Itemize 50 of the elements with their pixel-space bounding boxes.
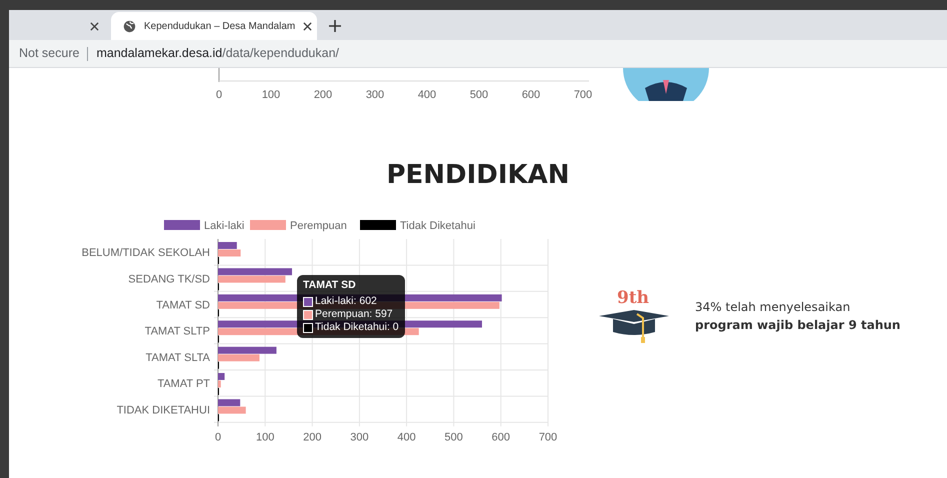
section-title: PENDIDIKAN bbox=[386, 159, 570, 192]
axis-tick-label: 0 bbox=[216, 89, 222, 100]
axis-tick-label: 500 bbox=[470, 89, 488, 100]
tooltip-swatch bbox=[303, 310, 313, 320]
axis-tick-label: 200 bbox=[314, 89, 332, 100]
url-text: mandalamekar.desa.id/data/kependudukan/ bbox=[95, 45, 340, 62]
legend-label: Perempuan bbox=[290, 220, 347, 232]
security-label: Not secure bbox=[18, 45, 80, 62]
info-text: 34% telah menyelesaikan bbox=[695, 299, 852, 316]
tooltip-line: Perempuan: 597 bbox=[315, 308, 393, 321]
axis-tick-label: 0 bbox=[214, 431, 222, 444]
legend-swatch bbox=[164, 220, 200, 230]
legend-swatch bbox=[250, 220, 286, 230]
axis-tick-label: 400 bbox=[397, 431, 416, 444]
axis-tick-label: 600 bbox=[522, 89, 540, 100]
category-label: SEDANG TK/SD bbox=[128, 273, 210, 286]
axis-tick-label: 700 bbox=[538, 431, 558, 444]
graduation-cap-icon bbox=[599, 310, 669, 344]
axis-tick-label: 300 bbox=[350, 431, 369, 444]
legend-label: Tidak Diketahui bbox=[400, 220, 476, 232]
axis-tick-label: 700 bbox=[574, 89, 592, 100]
category-label: TAMAT SLTA bbox=[146, 352, 210, 364]
close-icon[interactable] bbox=[90, 22, 99, 30]
info-text: program wajib belajar 9 tahun bbox=[695, 317, 900, 334]
address-bar[interactable]: Not secure mandalamekar.desa.id/data/kependudukan/ bbox=[9, 40, 947, 68]
badge-text: 9th bbox=[617, 287, 650, 310]
axis-tick-label: 300 bbox=[366, 89, 384, 100]
tooltip-line: Laki-laki: 602 bbox=[315, 295, 377, 308]
tooltip-line: Tidak Diketahui: 0 bbox=[315, 321, 399, 334]
legend-label: Laki-laki bbox=[204, 220, 244, 232]
tooltip-swatch bbox=[303, 322, 313, 332]
category-label: BELUM/TIDAK SEKOLAH bbox=[82, 247, 210, 260]
globe-icon bbox=[123, 20, 136, 32]
axis-tick-label: 100 bbox=[262, 89, 280, 100]
axis-tick-label: 400 bbox=[418, 89, 436, 100]
legend-swatch bbox=[360, 220, 396, 230]
tab-title: Kependudukan – Desa Mandalam bbox=[144, 20, 296, 34]
category-label: TAMAT SLTP bbox=[144, 326, 210, 338]
axis-tick-label: 200 bbox=[303, 431, 322, 444]
plus-icon[interactable] bbox=[329, 20, 341, 32]
close-icon[interactable] bbox=[303, 22, 312, 30]
browser-tab[interactable]: Kependudukan – Desa Mandalam bbox=[111, 12, 317, 40]
category-label: TAMAT PT bbox=[157, 378, 210, 390]
tooltip-title: TAMAT SD bbox=[303, 279, 357, 292]
axis-tick-label: 500 bbox=[444, 431, 463, 444]
axis-tick-label: 600 bbox=[492, 431, 510, 444]
axis-tick-label: 100 bbox=[256, 431, 274, 444]
tooltip-swatch bbox=[303, 296, 313, 306]
category-label: TIDAK DIKETAHUI bbox=[116, 404, 210, 416]
category-label: TAMAT SD bbox=[156, 300, 210, 312]
